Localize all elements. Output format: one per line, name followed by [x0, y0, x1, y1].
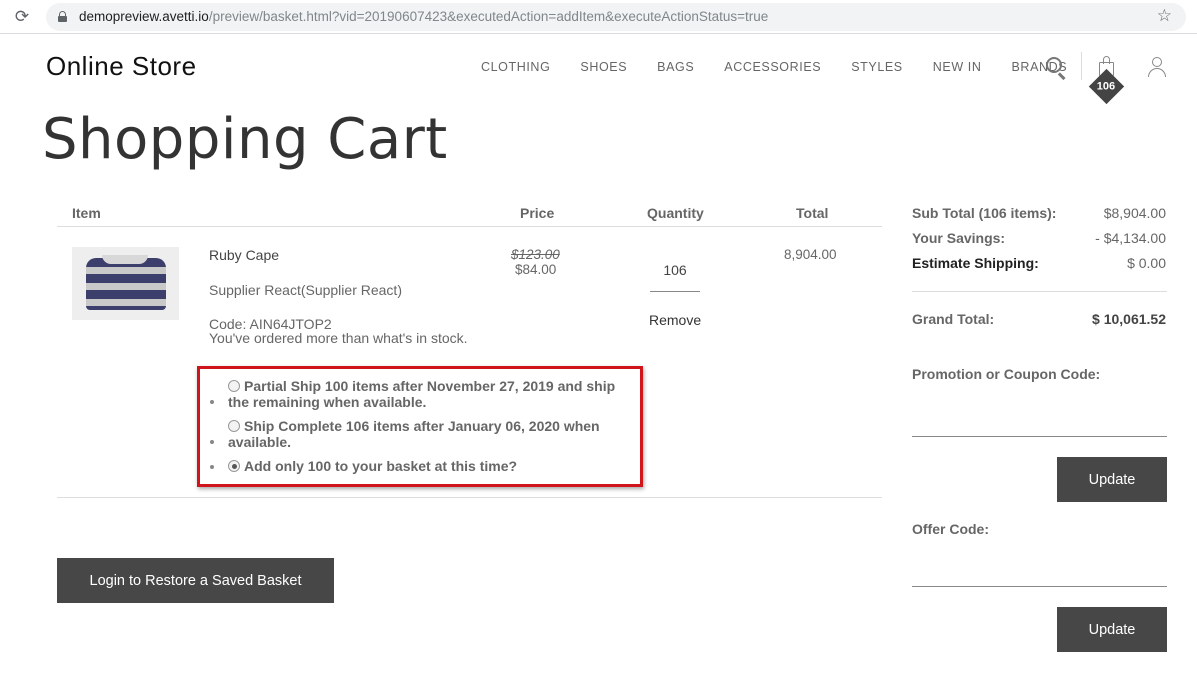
radio-ship-complete[interactable]	[228, 420, 240, 432]
column-header-quantity: Quantity	[647, 205, 704, 221]
offer-code-label: Offer Code:	[912, 521, 989, 537]
line-total: 8,904.00	[784, 247, 837, 262]
stock-warning: You've ordered more than what's in stock…	[209, 330, 468, 346]
subtotal-label: Sub Total (106 items):	[912, 205, 1057, 221]
shipping-value: $ 0.00	[1127, 255, 1166, 271]
ship-option-partial-label: Partial Ship 100 items after November 27…	[228, 378, 616, 410]
nav-bags[interactable]: BAGS	[657, 60, 694, 74]
ship-option-add-available-label: Add only 100 to your basket at this time…	[244, 458, 518, 474]
grand-total-label: Grand Total:	[912, 311, 995, 327]
browser-toolbar: ⟳ demopreview.avetti.io/preview/basket.h…	[0, 0, 1197, 34]
product-name[interactable]: Ruby Cape	[209, 247, 279, 263]
login-restore-basket-button[interactable]: Login to Restore a Saved Basket	[57, 558, 334, 603]
page-title: Shopping Cart	[42, 107, 448, 172]
cart-count: 106	[1097, 80, 1116, 93]
header-divider	[1081, 52, 1082, 80]
bullet	[210, 400, 214, 404]
promo-update-button[interactable]: Update	[1057, 457, 1167, 502]
original-price: $123.00	[511, 247, 560, 262]
product-thumbnail[interactable]	[72, 247, 179, 320]
ship-options-box: Partial Ship 100 items after November 27…	[197, 366, 643, 487]
nav-accessories[interactable]: ACCESSORIES	[724, 60, 821, 74]
savings-value: - $4,134.00	[1095, 230, 1166, 246]
radio-partial-ship[interactable]	[228, 380, 240, 392]
store-logo[interactable]: Online Store	[46, 51, 197, 82]
column-header-total: Total	[796, 205, 829, 221]
table-bottom-divider	[57, 497, 882, 498]
nav-clothing[interactable]: CLOTHING	[481, 60, 550, 74]
nav-styles[interactable]: STYLES	[851, 60, 903, 74]
promo-code-input[interactable]	[912, 436, 1167, 437]
main-nav: CLOTHING SHOES BAGS ACCESSORIES STYLES N…	[481, 60, 1097, 74]
sale-price: $84.00	[515, 262, 557, 277]
offer-update-button[interactable]: Update	[1057, 607, 1167, 652]
cart-count-badge[interactable]: 106	[1088, 68, 1125, 105]
product-supplier: Supplier React(Supplier React)	[209, 282, 402, 298]
bookmark-star-icon[interactable]: ☆	[1157, 6, 1172, 26]
reload-icon[interactable]: ⟳	[12, 7, 32, 27]
subtotal-value: $8,904.00	[1103, 205, 1166, 221]
bullet	[210, 440, 214, 444]
grand-total-value: $ 10,061.52	[1092, 311, 1166, 327]
nav-shoes[interactable]: SHOES	[580, 60, 627, 74]
search-icon[interactable]	[1046, 57, 1068, 80]
ship-option-partial[interactable]: Partial Ship 100 items after November 27…	[228, 378, 628, 410]
url-host: demopreview.avetti.io	[79, 9, 209, 24]
url-text[interactable]: demopreview.avetti.io/preview/basket.htm…	[79, 9, 768, 24]
remove-item-link[interactable]: Remove	[649, 312, 701, 328]
lock-icon	[58, 11, 67, 22]
shipping-label: Estimate Shipping:	[912, 255, 1039, 271]
quantity-input[interactable]: 106	[650, 262, 700, 278]
ship-option-complete-label: Ship Complete 106 items after January 06…	[228, 418, 600, 450]
ship-option-complete[interactable]: Ship Complete 106 items after January 06…	[228, 418, 628, 450]
savings-label: Your Savings:	[912, 230, 1006, 246]
table-header-divider	[57, 226, 882, 227]
url-path: /preview/basket.html?vid=20190607423&exe…	[208, 9, 769, 24]
address-bar[interactable]: demopreview.avetti.io/preview/basket.htm…	[46, 3, 1186, 31]
ship-option-add-available[interactable]: Add only 100 to your basket at this time…	[228, 458, 628, 474]
promo-code-label: Promotion or Coupon Code:	[912, 366, 1101, 382]
sweater-collar	[102, 255, 148, 264]
column-header-price: Price	[520, 205, 555, 221]
sweater-image	[86, 258, 166, 310]
nav-new-in[interactable]: NEW IN	[933, 60, 982, 74]
user-account-icon[interactable]	[1147, 57, 1167, 77]
bullet	[210, 465, 214, 469]
summary-divider	[912, 291, 1167, 292]
quantity-underline	[650, 291, 700, 292]
column-header-item: Item	[72, 205, 101, 221]
radio-add-available[interactable]	[228, 460, 240, 472]
offer-code-input[interactable]	[912, 586, 1167, 587]
